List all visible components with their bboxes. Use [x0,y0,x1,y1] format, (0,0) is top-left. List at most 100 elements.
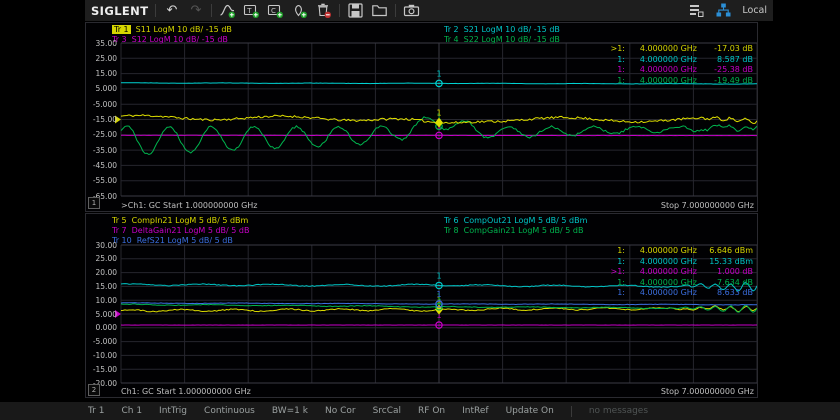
y-axis-label: 10.00 [86,296,117,305]
trace-label-tr4[interactable]: Tr 4 S22 LogM 10 dB/ -15 dB [444,34,560,44]
toolbar-separator [339,4,340,17]
add-trace-window-icon[interactable]: T [243,2,260,19]
marker-num: 1: [605,246,625,257]
redo-icon[interactable]: ↷ [187,2,204,19]
y-axis-label: -5.000 [86,337,117,346]
marker-num: 1: [605,65,625,76]
window-layout-icon[interactable] [688,2,705,19]
trace-id[interactable]: Tr 4 [444,35,459,44]
marker-freq: 4.000000 GHz [625,267,697,278]
marker-freq: 4.000000 GHz [625,257,697,268]
y-axis-label: 5.000 [86,84,117,93]
marker-freq: 4.000000 GHz [625,76,697,87]
status-item-tr-1[interactable]: Tr 1 [88,406,104,416]
marker-readout-row: 1:4.000000 GHz-19.49 dB [605,76,753,87]
status-item-intref[interactable]: IntRef [462,406,488,416]
trace-id[interactable]: Tr 2 [444,25,459,34]
y-axis-label: 25.00 [86,254,117,263]
status-bar: Tr 1 Ch 1 IntTrig Continuous BW=1 k No Cor Src… [0,402,840,420]
delete-icon[interactable] [315,2,332,19]
marker-val: 8.633 dB [697,288,753,299]
local-remote-status[interactable]: Local [742,5,767,16]
status-item-ch-1[interactable]: Ch 1 [121,406,142,416]
trace-label-tr7[interactable]: Tr 7DeltaGain21 LogM 5 dB/ 5 dB [112,225,249,235]
marker-val: -25.38 dB [697,65,753,76]
y-axis-label: 25.00 [86,54,117,63]
marker-num: >1: [605,44,625,55]
trace-label-tr5[interactable]: Tr 5 CompIn21 LogM 5 dB/ 5 dBm [112,215,248,225]
toolbar-right-group: Local [688,2,767,19]
status-item-rf-on[interactable]: RF On [418,406,445,416]
trace-label-tr6[interactable]: Tr 6 CompOut21 LogM 5 dB/ 5 dBm [444,215,587,225]
channel-window-2[interactable]: 11111Tr 5CompIn21 LogM 5 dB/ 5 dBmTr 7De… [85,213,758,398]
vna-screen: SIGLENT ↶ ↷ T C [0,0,840,420]
marker-freq: 4.000000 GHz [625,278,697,289]
trace-label-tr10[interactable]: Tr 10RefS21 LogM 5 dB/ 5 dB [112,235,233,245]
toolbar: SIGLENT ↶ ↷ T C [85,0,773,21]
network-icon[interactable] [715,2,732,19]
y-axis-label: -5.000 [86,100,117,109]
marker-num: >1: [605,267,625,278]
trace-format: CompIn21 LogM 5 dB/ 5 dBm [132,216,249,225]
sweep-stop-label: Stop 7.000000000 GHz [661,387,754,396]
trace-format: CompOut21 LogM 5 dB/ 5 dBm [464,216,588,225]
trace-id[interactable]: Tr 1 [112,25,131,34]
marker-val: 15.33 dBm [697,257,753,268]
trace-id[interactable]: Tr 8 [444,226,459,235]
trace-format: S12 LogM 10 dB/ -15 dB [132,35,228,44]
trace-label-tr1[interactable]: Tr 1S11 LogM 10 dB/ -15 dB [112,24,232,34]
siglent-logo: SIGLENT [91,4,148,18]
marker-freq: 4.000000 GHz [625,288,697,299]
toolbar-separator [395,4,396,17]
undo-icon[interactable]: ↶ [163,2,180,19]
trace-label-tr2[interactable]: Tr 2 S21 LogM 10 dB/ -15 dB [444,24,560,34]
marker-readout-row: 1:4.000000 GHz8.587 dB [605,55,753,66]
window-number-badge: 1 [88,197,100,209]
marker-readout-row: >1:4.000000 GHz-17.03 dB [605,44,753,55]
add-channel-icon[interactable]: C [267,2,284,19]
channel-window-1[interactable]: 1111Tr 1S11 LogM 10 dB/ -15 dBTr 3S12 Lo… [85,22,758,212]
marker-readout-row: 1:4.000000 GHz6.646 dBm [605,246,753,257]
y-axis-label: -35.00 [86,146,117,155]
status-item-inttrig[interactable]: IntTrig [159,406,187,416]
trace-format: CompGain21 LogM 5 dB/ 5 dB [464,226,584,235]
marker-num: 1: [605,288,625,299]
trace-id[interactable]: Tr 7 [112,226,127,235]
marker-readout-row: >1:4.000000 GHz1.000 dB [605,267,753,278]
svg-text:T: T [247,7,253,15]
y-axis-label: -25.00 [86,130,117,139]
toolbar-separator [211,4,212,17]
screenshot-icon[interactable] [403,2,420,19]
add-trace-icon[interactable] [219,2,236,19]
open-file-icon[interactable] [371,2,388,19]
trace-format: S21 LogM 10 dB/ -15 dB [464,25,560,34]
sweep-range-footer: >Ch1: GC Start 1.000000000 GHzStop 7.000… [121,201,754,210]
marker-num: 1: [605,257,625,268]
sweep-range-footer: Ch1: GC Start 1.000000000 GHzStop 7.0000… [121,387,754,396]
trace-id[interactable]: Tr 6 [444,216,459,225]
marker-label: 1 [436,69,441,78]
status-item-no-cor[interactable]: No Cor [325,406,356,416]
trace-id[interactable]: Tr 5 [112,216,127,225]
status-item-update-on[interactable]: Update On [506,406,554,416]
marker-val: 1.000 dB [697,267,753,278]
y-axis-label: 0.000 [86,323,117,332]
y-axis-label: -55.00 [86,176,117,185]
marker-num: 1: [605,55,625,66]
marker-val: 7.634 dB [697,278,753,289]
status-item-bw-1-k[interactable]: BW=1 k [272,406,308,416]
trace-label-tr3[interactable]: Tr 3S12 LogM 10 dB/ -15 dB [112,34,228,44]
marker-label: 1 [436,271,441,280]
sweep-start-label: >Ch1: GC Start 1.000000000 GHz [121,201,258,210]
status-item-srccal[interactable]: SrcCal [373,406,401,416]
save-icon[interactable] [347,2,364,19]
marker-freq: 4.000000 GHz [625,55,697,66]
marker-label: 1 [436,290,441,299]
window-number-badge: 2 [88,384,100,396]
status-item-continuous[interactable]: Continuous [204,406,255,416]
trace-format: S22 LogM 10 dB/ -15 dB [464,35,560,44]
add-marker-icon[interactable] [291,2,308,19]
marker-num: 1: [605,278,625,289]
status-separator [571,406,572,417]
trace-label-tr8[interactable]: Tr 8 CompGain21 LogM 5 dB/ 5 dB [444,225,583,235]
